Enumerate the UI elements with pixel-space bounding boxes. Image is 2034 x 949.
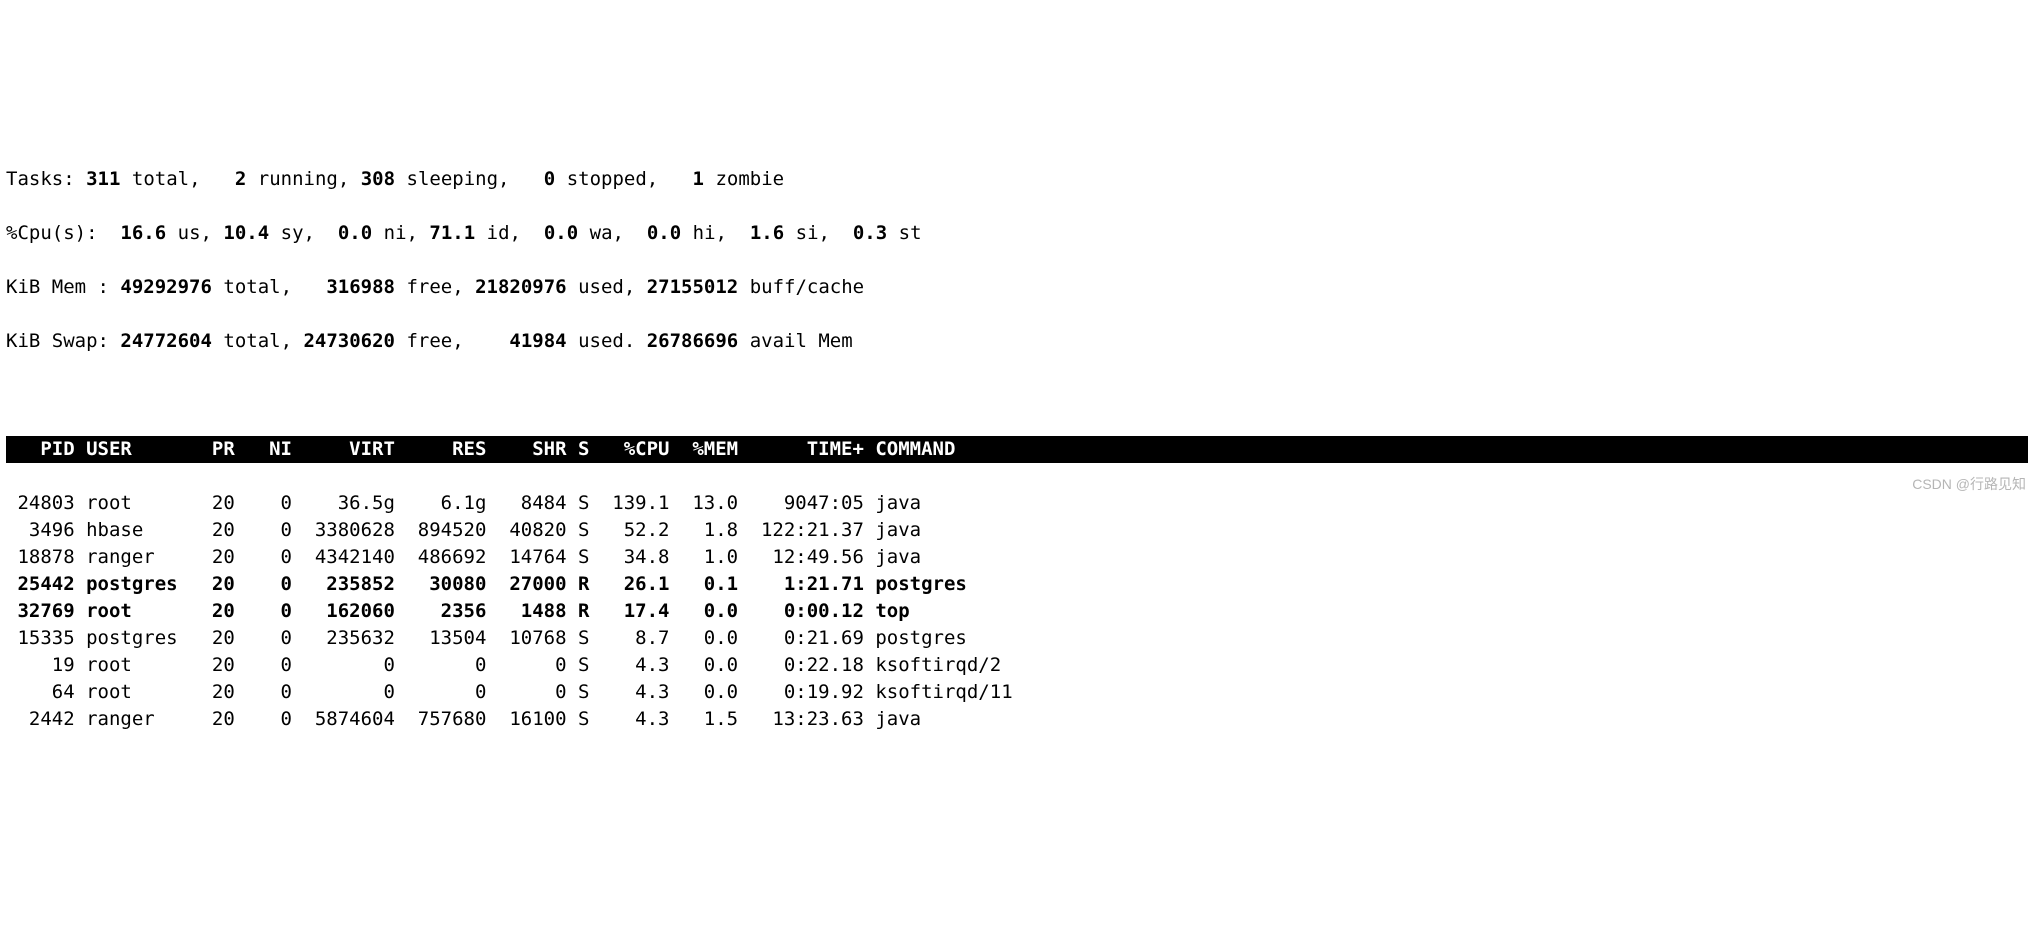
cpu-wa: 0.0 xyxy=(544,222,578,244)
top-output: Tasks: 311 total, 2 running, 308 sleepin… xyxy=(0,135,2034,760)
process-row: 24803 root 20 0 36.5g 6.1g 8484 S 139.1 … xyxy=(6,490,2028,517)
tasks-line: Tasks: 311 total, 2 running, 308 sleepin… xyxy=(6,166,2028,193)
cpu-hi: 0.0 xyxy=(647,222,681,244)
cpu-id: 71.1 xyxy=(429,222,475,244)
process-row: 32769 root 20 0 162060 2356 1488 R 17.4 … xyxy=(6,598,2028,625)
mem-used: 21820976 xyxy=(475,276,567,298)
swap-total: 24772604 xyxy=(120,330,212,352)
tasks-running: 2 xyxy=(235,168,246,190)
blank-line xyxy=(6,382,2028,409)
mem-buff: 27155012 xyxy=(647,276,739,298)
swap-label: KiB Swap: xyxy=(6,330,109,352)
process-row: 64 root 20 0 0 0 0 S 4.3 0.0 0:19.92 kso… xyxy=(6,679,2028,706)
process-row: 2442 ranger 20 0 5874604 757680 16100 S … xyxy=(6,706,2028,733)
column-header: PID USER PR NI VIRT RES SHR S %CPU %MEM … xyxy=(6,436,2028,463)
cpu-us: 16.6 xyxy=(120,222,166,244)
mem-total: 49292976 xyxy=(120,276,212,298)
mem-free: 316988 xyxy=(326,276,395,298)
tasks-stopped: 0 xyxy=(544,168,555,190)
cpu-line: %Cpu(s): 16.6 us, 10.4 sy, 0.0 ni, 71.1 … xyxy=(6,220,2028,247)
mem-line: KiB Mem : 49292976 total, 316988 free, 2… xyxy=(6,274,2028,301)
cpu-sy: 10.4 xyxy=(223,222,269,244)
process-row: 19 root 20 0 0 0 0 S 4.3 0.0 0:22.18 kso… xyxy=(6,652,2028,679)
process-row: 18878 ranger 20 0 4342140 486692 14764 S… xyxy=(6,544,2028,571)
cpu-ni: 0.0 xyxy=(338,222,372,244)
swap-avail: 26786696 xyxy=(647,330,739,352)
cpu-si: 1.6 xyxy=(750,222,784,244)
tasks-label: Tasks: xyxy=(6,168,75,190)
tasks-total: 311 xyxy=(86,168,120,190)
cpu-st: 0.3 xyxy=(853,222,887,244)
swap-used: 41984 xyxy=(509,330,566,352)
process-row: 3496 hbase 20 0 3380628 894520 40820 S 5… xyxy=(6,517,2028,544)
watermark: CSDN @行路见知 xyxy=(1912,471,2026,498)
swap-line: KiB Swap: 24772604 total, 24730620 free,… xyxy=(6,328,2028,355)
tasks-sleeping: 308 xyxy=(361,168,395,190)
swap-free: 24730620 xyxy=(303,330,395,352)
process-list: 24803 root 20 0 36.5g 6.1g 8484 S 139.1 … xyxy=(6,490,2028,733)
cpu-label: %Cpu(s): xyxy=(6,222,98,244)
tasks-zombie: 1 xyxy=(693,168,704,190)
mem-label: KiB Mem : xyxy=(6,276,109,298)
process-row: 25442 postgres 20 0 235852 30080 27000 R… xyxy=(6,571,2028,598)
process-row: 15335 postgres 20 0 235632 13504 10768 S… xyxy=(6,625,2028,652)
